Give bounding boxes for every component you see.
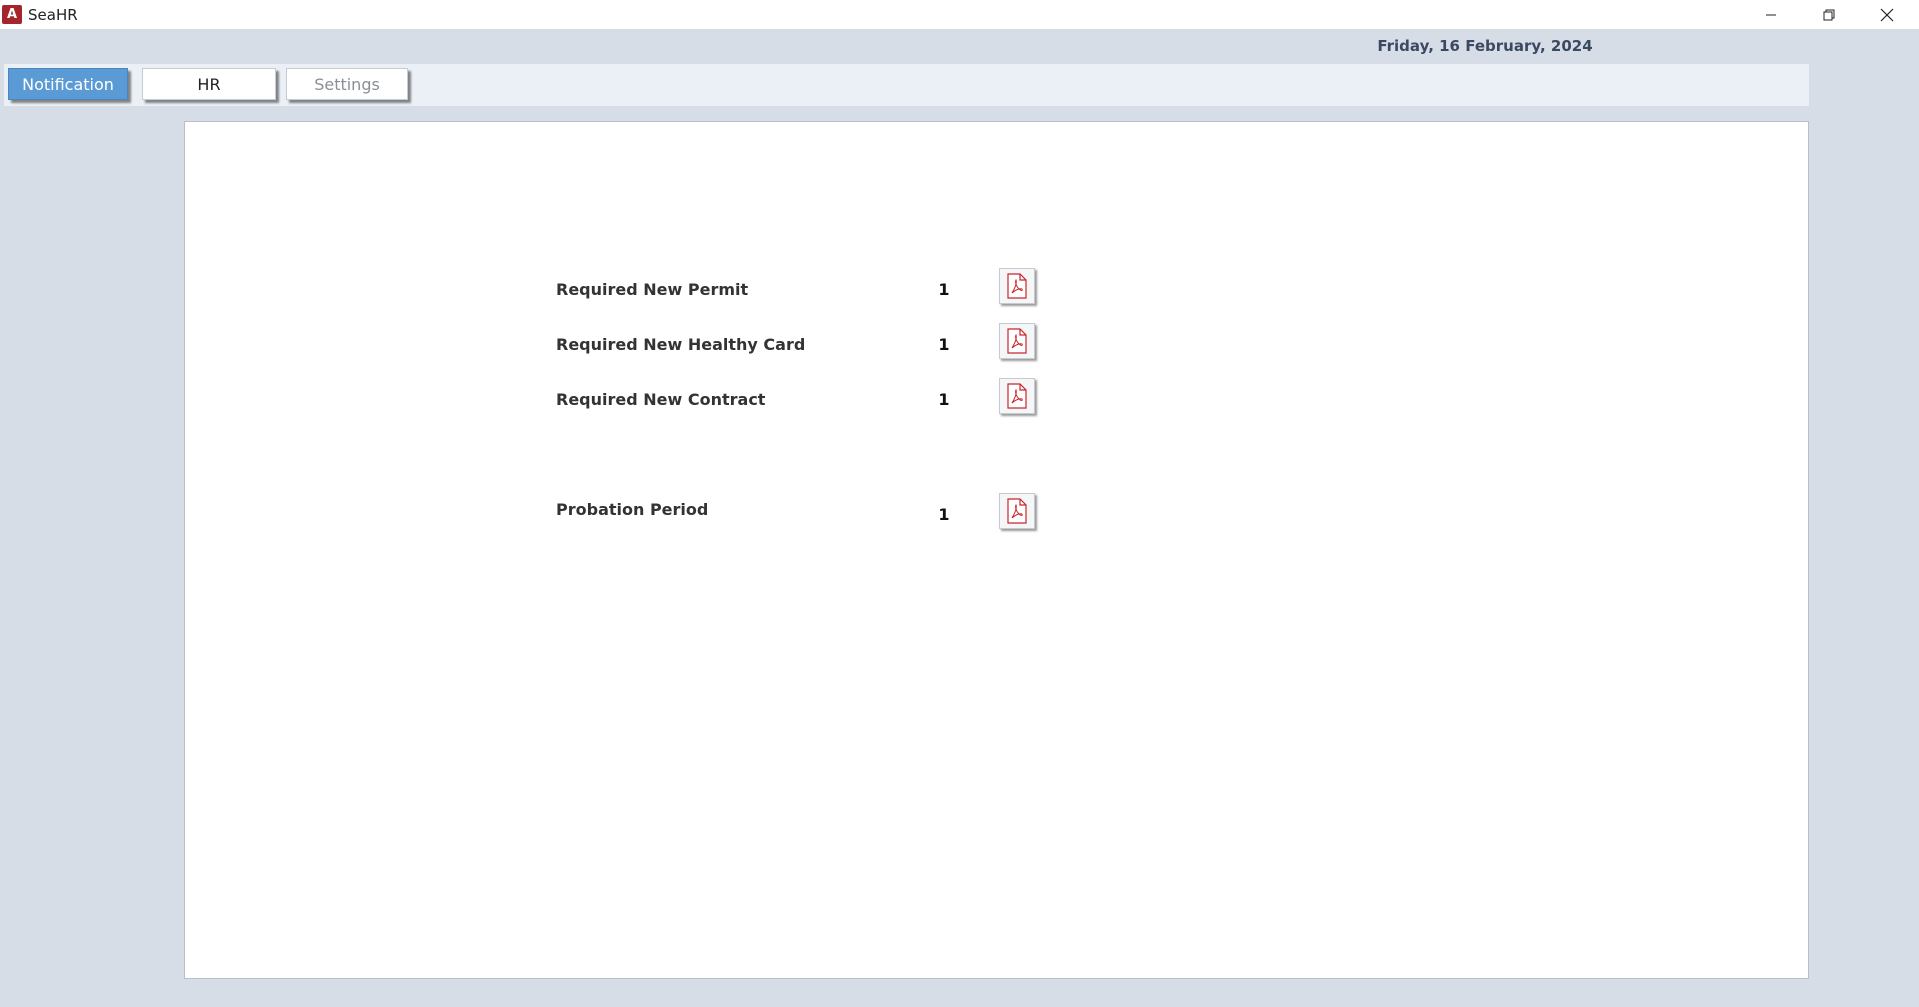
label-required-new-contract: Required New Contract <box>556 390 766 409</box>
window-title: SeaHR <box>28 6 78 24</box>
tab-notification[interactable]: Notification <box>8 68 128 100</box>
pdf-icon <box>1007 273 1027 299</box>
access-app-icon: A <box>2 5 22 24</box>
notification-panel: Required New Permit 1 Required New Healt… <box>184 121 1809 979</box>
restore-button[interactable] <box>1800 0 1858 29</box>
pdf-icon <box>1007 328 1027 354</box>
pdf-icon <box>1007 498 1027 524</box>
restore-icon <box>1823 9 1835 20</box>
pdf-button-required-new-contract[interactable] <box>999 378 1035 414</box>
tab-hr[interactable]: HR <box>142 68 276 100</box>
count-required-new-healthy-card: 1 <box>938 335 950 354</box>
tab-settings[interactable]: Settings <box>286 68 408 100</box>
minimize-icon <box>1766 14 1776 15</box>
close-button[interactable] <box>1858 0 1916 29</box>
label-probation-period: Probation Period <box>556 500 709 519</box>
count-required-new-contract: 1 <box>938 390 950 409</box>
label-required-new-permit: Required New Permit <box>556 280 749 299</box>
pdf-button-required-new-healthy-card[interactable] <box>999 323 1035 359</box>
current-date: Friday, 16 February, 2024 <box>1377 37 1593 55</box>
count-required-new-permit: 1 <box>938 280 950 299</box>
pdf-icon <box>1007 383 1027 409</box>
title-bar: A SeaHR <box>0 0 1919 29</box>
tab-bar: Notification HR Settings <box>4 64 1809 106</box>
minimize-button[interactable] <box>1742 0 1800 29</box>
count-probation-period: 1 <box>938 505 950 524</box>
pdf-button-required-new-permit[interactable] <box>999 268 1035 304</box>
pdf-button-probation-period[interactable] <box>999 493 1035 529</box>
label-required-new-healthy-card: Required New Healthy Card <box>556 335 806 354</box>
close-icon <box>1880 8 1894 21</box>
